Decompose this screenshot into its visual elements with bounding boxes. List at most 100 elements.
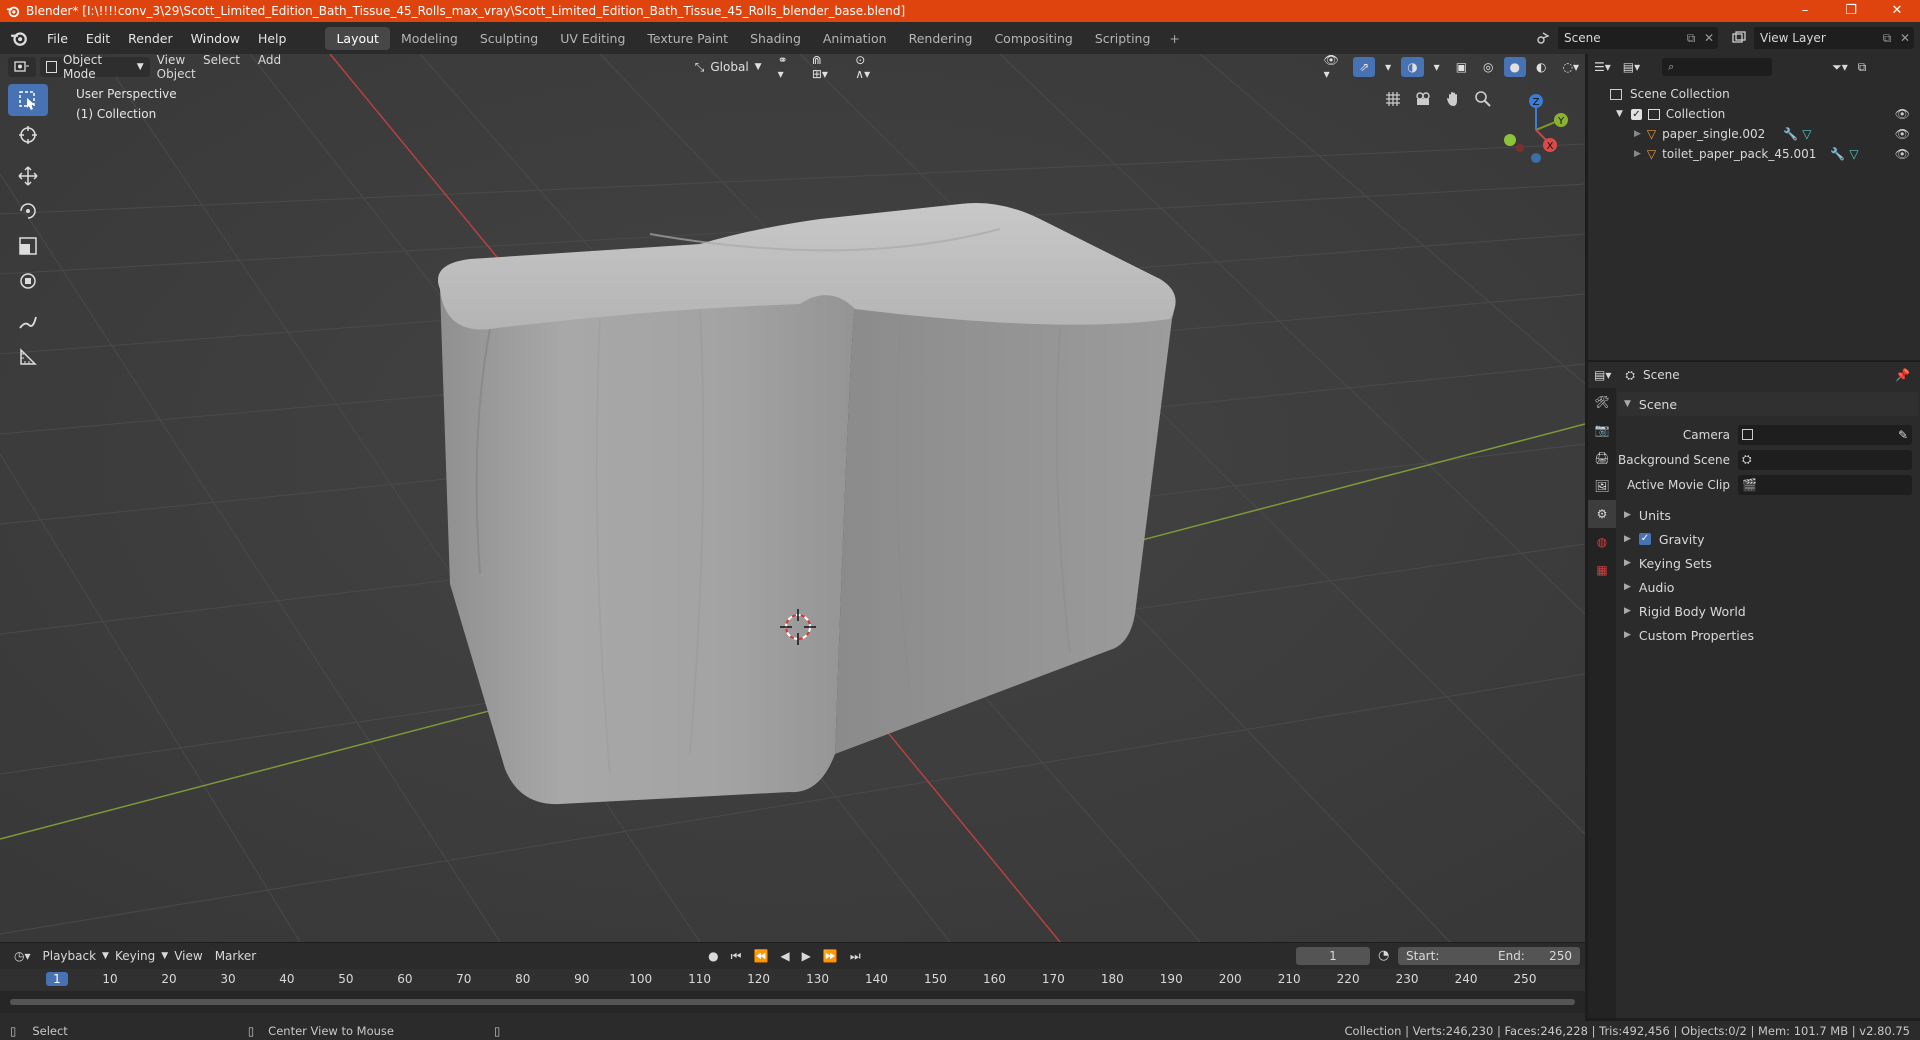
mode-selector[interactable]: Object Mode ▼ [40, 54, 150, 81]
select-box-tool[interactable] [8, 84, 48, 116]
stopwatch-icon[interactable]: ◔ [1378, 948, 1389, 963]
gizmo-toggle-icon[interactable]: ⇗ [1353, 57, 1376, 77]
outliner-row-object[interactable]: ▶ ▽ toilet_paper_pack_45.001 🔧 ▽ 👁 [1588, 144, 1920, 164]
eyedropper-icon[interactable]: ✎ [1898, 428, 1908, 442]
3d-viewport[interactable]: Object Mode ▼ View Select Add Object ⤡ G… [0, 54, 1585, 942]
tab-rendering[interactable]: Rendering [898, 27, 984, 50]
menu-window[interactable]: Window [182, 31, 249, 46]
view-layer-selector[interactable]: View Layer ⧉ ✕ [1724, 27, 1914, 49]
output-properties-tab-icon[interactable]: 🖨 [1588, 444, 1616, 472]
rotate-tool[interactable] [8, 195, 48, 227]
delete-scene-icon[interactable]: ✕ [1700, 31, 1718, 45]
overlays-icon[interactable]: ◑ [1401, 57, 1424, 77]
current-frame-field[interactable]: 1 [1296, 947, 1370, 965]
timeline-scrollbar[interactable] [10, 999, 1575, 1005]
snap-icon[interactable]: ⋒ ⊞▾ [806, 54, 845, 81]
navigation-gizmo[interactable]: Z Y X [1498, 90, 1578, 170]
gizmo-dropdown-icon[interactable]: ▾ [1379, 57, 1397, 77]
render-properties-tab-icon[interactable]: 📷 [1588, 416, 1616, 444]
measure-tool[interactable] [8, 341, 48, 373]
add-workspace-button[interactable]: + [1161, 31, 1187, 46]
viewport-menu-object[interactable]: Object [150, 67, 203, 81]
record-icon[interactable]: ● [702, 949, 724, 963]
viewport-menu-view[interactable]: View [150, 54, 192, 67]
menu-file[interactable]: File [38, 31, 77, 46]
keying-sets-panel-header[interactable]: ▶ Keying Sets [1618, 551, 1918, 575]
active-movie-clip-field[interactable]: 🎬 [1738, 474, 1912, 495]
transform-orientation-selector[interactable]: ⤡ Global ▼ [689, 57, 768, 77]
pan-view-icon[interactable] [1438, 86, 1468, 112]
xray-icon[interactable]: ▣ [1450, 57, 1473, 77]
viewport-menu-add[interactable]: Add [251, 54, 288, 67]
timeline-track[interactable] [0, 991, 1585, 1013]
texture-properties-tab-icon[interactable]: ▦ [1588, 556, 1616, 584]
tab-sculpting[interactable]: Sculpting [469, 27, 549, 50]
timeline-menu-marker[interactable]: Marker [209, 949, 262, 963]
delete-view-layer-icon[interactable]: ✕ [1896, 31, 1914, 45]
scene-properties-tab-icon[interactable]: ⚙ [1588, 500, 1616, 528]
mesh-data-icon[interactable]: ▽ [1849, 147, 1858, 161]
properties-editor-type-icon[interactable]: ▤▾ [1594, 368, 1611, 382]
modifier-wrench-icon[interactable]: 🔧 [1783, 127, 1798, 141]
tab-texture-paint[interactable]: Texture Paint [636, 27, 739, 50]
gravity-panel-header[interactable]: ▶ ✓ Gravity [1618, 527, 1918, 551]
scale-tool[interactable] [8, 230, 48, 262]
display-mode-icon[interactable]: ▤▾ [1623, 60, 1640, 74]
tab-modeling[interactable]: Modeling [390, 27, 469, 50]
grid-view-icon[interactable] [1378, 86, 1408, 112]
pin-icon[interactable]: 📌 [1895, 368, 1910, 382]
jump-keyframe-forward-icon[interactable]: ⏩ [817, 949, 844, 963]
material-shading-icon[interactable]: ◐ [1530, 57, 1552, 77]
overlays-dropdown-icon[interactable]: ▾ [1428, 57, 1446, 77]
scene-name[interactable]: Scene [1558, 31, 1682, 45]
view-layer-properties-tab-icon[interactable]: 🖼 [1588, 472, 1616, 500]
play-icon[interactable]: ▶ [796, 949, 817, 963]
custom-properties-panel-header[interactable]: ▶ Custom Properties [1618, 623, 1918, 647]
editor-type-icon[interactable] [8, 57, 36, 77]
outliner-row-collection[interactable]: ▼ ✓ Collection 👁 [1588, 104, 1920, 124]
move-tool[interactable] [8, 160, 48, 192]
tool-properties-tab-icon[interactable]: 🛠 [1588, 388, 1616, 416]
jump-keyframe-back-icon[interactable]: ⏪ [747, 949, 774, 963]
gravity-checkbox[interactable]: ✓ [1638, 533, 1651, 545]
end-frame-field[interactable]: End: 250 [1490, 947, 1580, 965]
modifier-wrench-icon[interactable]: 🔧 [1830, 147, 1845, 161]
proportional-edit-icon[interactable]: ⊙ ∧▾ [849, 54, 887, 81]
timeline-editor-type-icon[interactable]: ◷▾ [8, 949, 37, 963]
tab-scripting[interactable]: Scripting [1084, 27, 1162, 50]
close-button[interactable]: ✕ [1874, 0, 1920, 22]
outliner-editor-type-icon[interactable]: ☰▾ [1594, 60, 1611, 74]
cursor-tool[interactable] [8, 119, 48, 151]
expand-arrow-icon[interactable]: ▶ [1634, 129, 1641, 139]
visibility-icon[interactable]: 👁▾ [1318, 54, 1350, 81]
rendered-shading-icon[interactable]: ◌▾ [1557, 57, 1586, 77]
solid-shading-icon[interactable]: ● [1503, 57, 1527, 77]
units-panel-header[interactable]: ▶ Units [1618, 503, 1918, 527]
timeline-menu-view[interactable]: View [168, 949, 208, 963]
expand-arrow-icon[interactable]: ▶ [1634, 149, 1641, 159]
mesh-data-icon[interactable]: ▽ [1802, 127, 1811, 141]
camera-view-icon[interactable] [1408, 86, 1438, 112]
tab-shading[interactable]: Shading [739, 27, 812, 50]
world-properties-tab-icon[interactable]: ◍ [1588, 528, 1616, 556]
menu-render[interactable]: Render [119, 31, 182, 46]
jump-end-icon[interactable]: ⏭ [844, 949, 867, 964]
timeline-menu-keying[interactable]: Keying [109, 949, 161, 963]
expand-arrow-icon[interactable]: ▼ [1616, 109, 1623, 119]
new-collection-icon[interactable]: ⧉ [1858, 60, 1867, 75]
outliner-search-input[interactable]: ⌕ [1662, 58, 1773, 76]
transform-tool[interactable] [8, 265, 48, 297]
filter-icon[interactable]: ⏷▾ [1832, 60, 1848, 75]
scene-selector[interactable]: Scene ⧉ ✕ [1528, 27, 1718, 49]
tab-compositing[interactable]: Compositing [983, 27, 1083, 50]
view-layer-name[interactable]: View Layer [1754, 31, 1878, 45]
timeline-ruler[interactable]: 1 10 20 30 40 50 60 70 80 90 100 110 120 130 140 150 160… [0, 969, 1585, 991]
maximize-button[interactable]: ❐ [1828, 0, 1874, 22]
tab-uv-editing[interactable]: UV Editing [549, 27, 636, 50]
timeline-menu-playback[interactable]: Playback [37, 949, 103, 963]
eye-icon[interactable]: 👁 [1895, 147, 1910, 161]
menu-edit[interactable]: Edit [77, 31, 119, 46]
eye-icon[interactable]: 👁 [1895, 127, 1910, 141]
play-reverse-icon[interactable]: ◀ [774, 949, 795, 963]
eye-icon[interactable]: 👁 [1895, 107, 1910, 121]
